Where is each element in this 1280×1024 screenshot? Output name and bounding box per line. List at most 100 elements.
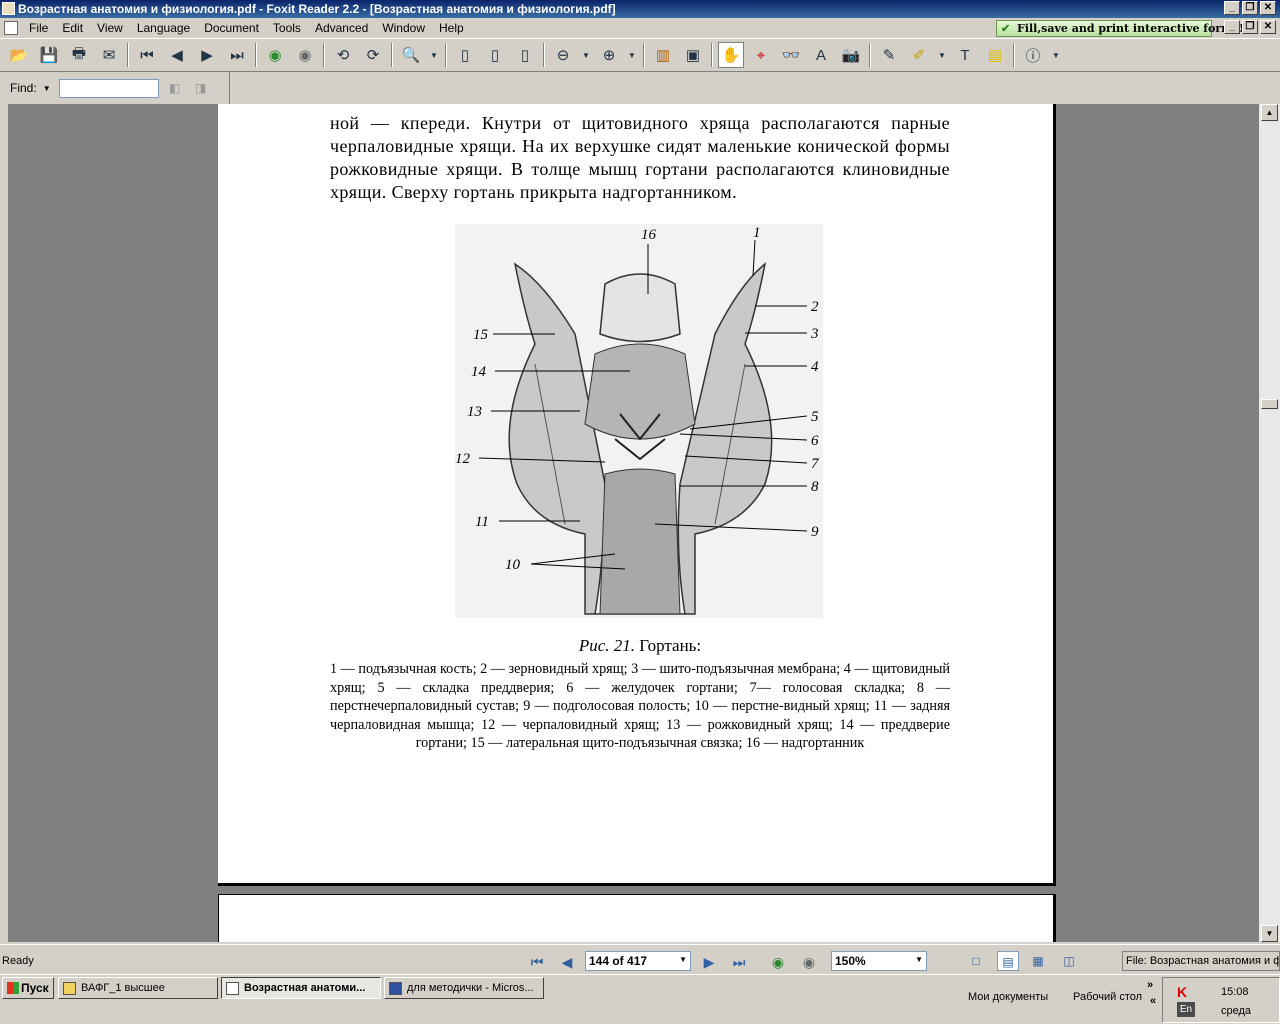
note-icon[interactable]: ▤ (982, 42, 1008, 68)
save-icon[interactable]: 💾 (36, 42, 62, 68)
snapshot-icon[interactable]: 📷 (838, 42, 864, 68)
status-bar: Ready ⏮ ◀ 144 of 417 ▼ ▶ ⏭ ◉ ◉ 150% ▼ □ … (0, 944, 1280, 974)
status-previous-page-icon[interactable]: ◀ (558, 953, 576, 971)
menu-advanced[interactable]: Advanced (308, 21, 375, 35)
fill-forms-label: Fill,save and print interactive forms! (1017, 22, 1244, 35)
find-input[interactable] (58, 78, 159, 98)
find-next-icon[interactable]: ◨ (191, 78, 211, 98)
status-first-page-icon[interactable]: ⏮ (528, 953, 546, 971)
open-icon[interactable]: 📂 (6, 42, 32, 68)
doc-close-button[interactable]: ✕ (1260, 20, 1276, 34)
menu-view[interactable]: View (90, 21, 130, 35)
task-word[interactable]: для методички - Micros... (384, 977, 544, 999)
minimize-button[interactable]: _ (1224, 1, 1240, 15)
next-pdf-page (218, 894, 1056, 942)
print-icon[interactable]: 🖶 (66, 42, 92, 68)
zoom-field-dropdown-icon[interactable]: ▼ (915, 955, 923, 964)
toolbar-separator (391, 43, 393, 67)
taskbar-expand-icon[interactable]: » (1147, 979, 1153, 991)
menu-language[interactable]: Language (130, 21, 197, 35)
find-previous-icon[interactable]: ◧ (165, 78, 185, 98)
last-page-icon[interactable]: ⏭ (224, 42, 250, 68)
find-options-dropdown-icon[interactable]: ▼ (43, 84, 51, 93)
zoom-out-icon[interactable]: ⊖ (550, 42, 576, 68)
fill-forms-banner[interactable]: ✔ Fill,save and print interactive forms! (996, 20, 1244, 37)
task-folder[interactable]: ВАФГ_1 высшее (58, 977, 218, 999)
rotate-right-icon[interactable]: ⟳ (360, 42, 386, 68)
system-tray: K En 15:08 среда (1162, 977, 1280, 1023)
rotate-left-icon[interactable]: ⟲ (330, 42, 356, 68)
windows-logo-icon (7, 982, 19, 994)
menu-window[interactable]: Window (375, 21, 432, 35)
find-bar: Find: ▼ ◧ ◨ (0, 72, 230, 104)
scroll-thumb[interactable] (1261, 399, 1278, 409)
form-icon[interactable]: ✎ (876, 42, 902, 68)
menu-tools[interactable]: Tools (266, 21, 308, 35)
zoom-field[interactable]: 150% ▼ (831, 951, 927, 971)
full-screen-icon[interactable]: ▣ (680, 42, 706, 68)
my-documents-link[interactable]: Мои документы (968, 991, 1048, 1003)
document-icon[interactable] (4, 21, 18, 35)
document-viewport[interactable]: ной — кпереди. Кнутри от щитовидного хря… (8, 104, 1259, 942)
task-foxit[interactable]: Возрастная анатоми... (221, 977, 381, 999)
email-icon[interactable]: ✉ (96, 42, 122, 68)
close-button[interactable]: ✕ (1260, 1, 1276, 15)
actual-size-icon[interactable]: ▯ (452, 42, 478, 68)
facing-view-icon[interactable]: ▦ (1027, 951, 1049, 971)
scroll-down-icon[interactable]: ▼ (1261, 925, 1278, 942)
window-title: Возрастная анатомия и физиология.pdf - F… (18, 2, 616, 16)
left-panel-edge[interactable] (0, 104, 8, 942)
menu-file[interactable]: File (22, 21, 55, 35)
fit-page-icon[interactable]: ▯ (482, 42, 508, 68)
label-10: 10 (505, 557, 521, 573)
start-button[interactable]: Пуск (2, 977, 54, 999)
go-back-icon[interactable]: ◉ (262, 42, 288, 68)
status-last-page-icon[interactable]: ⏭ (730, 953, 748, 971)
next-page-icon[interactable]: ▶ (194, 42, 220, 68)
menu-edit[interactable]: Edit (55, 21, 90, 35)
page-number-field[interactable]: 144 of 417 ▼ (585, 951, 691, 971)
label-14: 14 (471, 364, 487, 380)
first-page-icon[interactable]: ⏮ (134, 42, 160, 68)
zoom-icon[interactable]: 🔍 (398, 42, 424, 68)
typewriter-icon[interactable]: T (952, 42, 978, 68)
menu-help[interactable]: Help (432, 21, 471, 35)
clock[interactable]: 15:08 (1221, 986, 1249, 998)
hand-tool-icon[interactable]: ✋ (718, 42, 744, 68)
fit-width-icon[interactable]: ▯ (512, 42, 538, 68)
page-dropdown-icon[interactable]: ▼ (679, 955, 687, 964)
text-viewer-icon[interactable]: A (808, 42, 834, 68)
status-forward-icon[interactable]: ◉ (800, 953, 818, 971)
single-page-view-icon[interactable]: □ (965, 951, 987, 971)
desktop-link[interactable]: Рабочий стол (1073, 991, 1142, 1003)
scroll-up-icon[interactable]: ▲ (1261, 104, 1278, 121)
tray-collapse-icon[interactable]: « (1150, 995, 1156, 1007)
previous-page-icon[interactable]: ◀ (164, 42, 190, 68)
language-indicator[interactable]: En (1177, 1002, 1195, 1017)
bookmarks-icon[interactable]: ▥ (650, 42, 676, 68)
zoom-out-dropdown-icon[interactable]: ▼ (580, 42, 592, 68)
status-next-page-icon[interactable]: ▶ (700, 953, 718, 971)
continuous-view-icon[interactable]: ▤ (997, 951, 1019, 971)
info-dropdown-icon[interactable]: ▼ (1050, 42, 1062, 68)
find-label: Find: (10, 81, 37, 95)
zoom-in-icon[interactable]: ⊕ (596, 42, 622, 68)
vertical-scrollbar[interactable]: ▲ ▼ (1259, 104, 1280, 942)
doc-minimize-button[interactable]: _ (1224, 20, 1240, 34)
kaspersky-icon[interactable]: K (1177, 984, 1187, 1000)
go-forward-icon[interactable]: ◉ (292, 42, 318, 68)
restore-button[interactable]: ❐ (1242, 1, 1258, 15)
highlight-dropdown-icon[interactable]: ▼ (936, 42, 948, 68)
zoom-dropdown-icon[interactable]: ▼ (428, 42, 440, 68)
zoom-value: 150% (835, 954, 866, 968)
info-icon[interactable]: ⓘ (1020, 42, 1046, 68)
status-back-icon[interactable]: ◉ (769, 953, 787, 971)
zoom-in-dropdown-icon[interactable]: ▼ (626, 42, 638, 68)
doc-restore-button[interactable]: ❐ (1242, 20, 1258, 34)
toolbar-separator (323, 43, 325, 67)
highlight-icon[interactable]: ✐ (906, 42, 932, 68)
find-binoculars-icon[interactable]: 👓 (778, 42, 804, 68)
menu-document[interactable]: Document (197, 21, 266, 35)
continuous-facing-view-icon[interactable]: ◫ (1058, 951, 1080, 971)
select-text-icon[interactable]: ⌖ (748, 42, 774, 68)
